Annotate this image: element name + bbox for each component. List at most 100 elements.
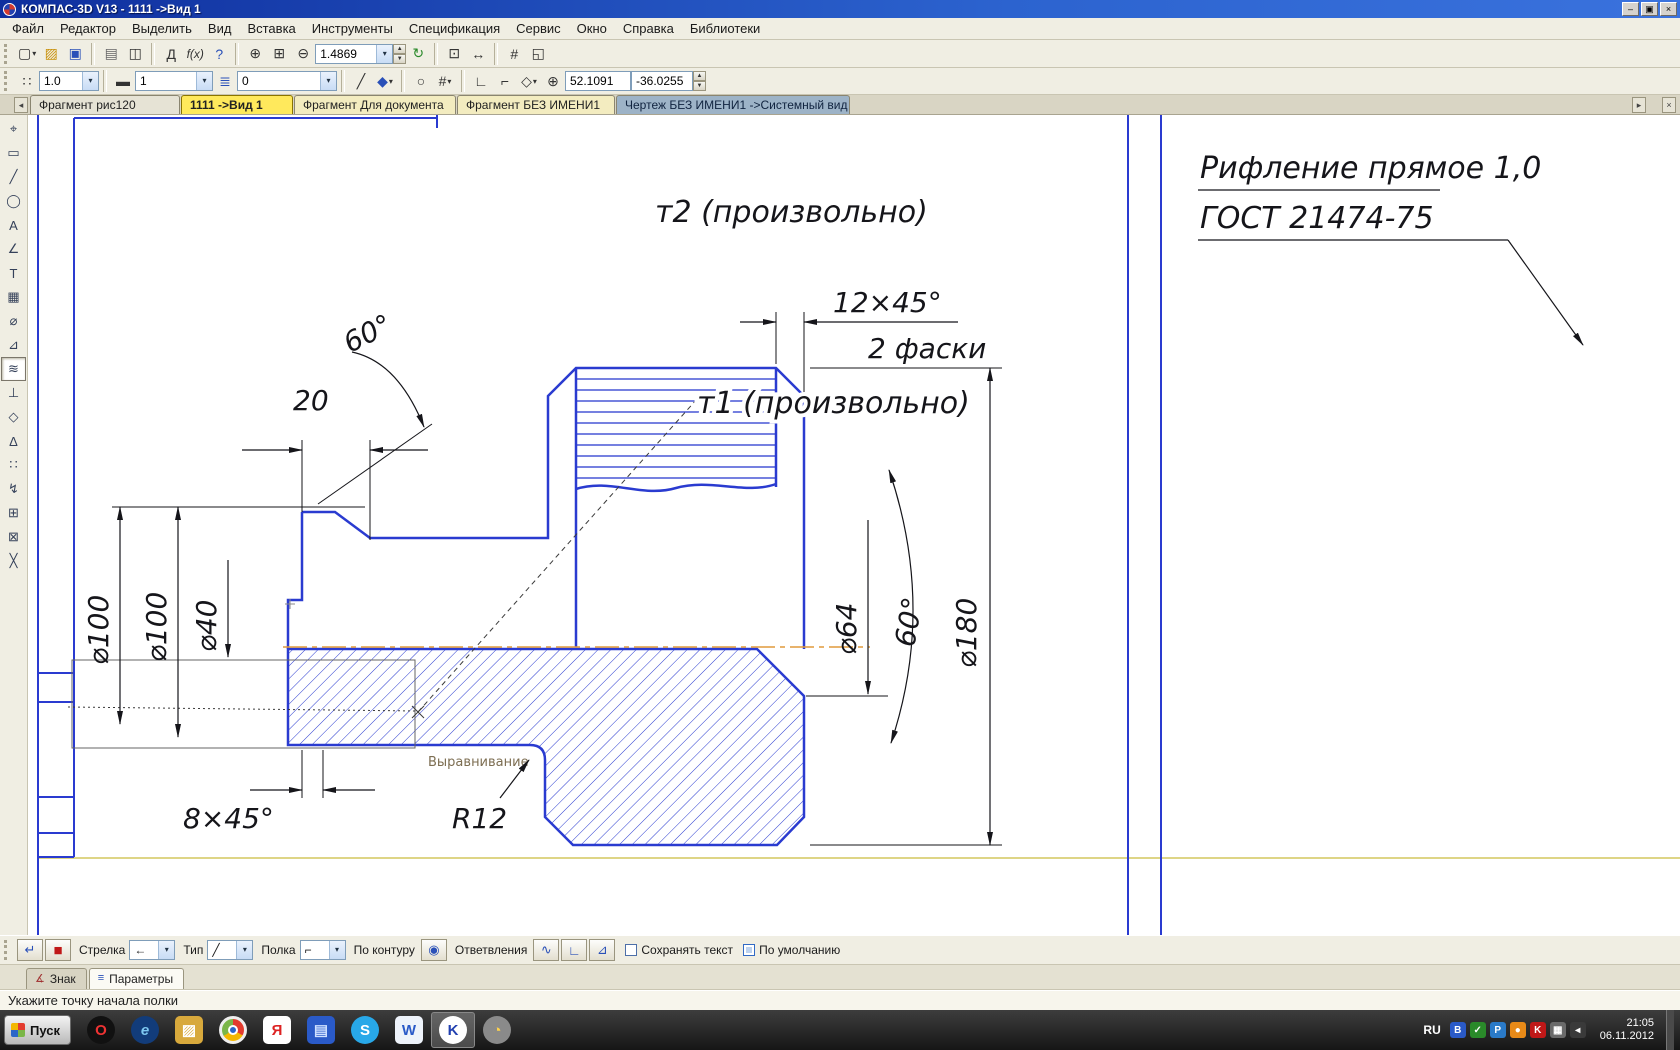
label-chamfer-left[interactable]: 8×45° [183,802,274,835]
taskbar-skype[interactable]: S [343,1012,387,1048]
line-width-combo[interactable]: 1.0 ▾ [39,71,99,91]
keep-text-checkbox[interactable] [625,944,638,956]
doc-tab-fragment-ris120[interactable]: Фрагмент рис120 [30,95,180,114]
doc-tab-1111-vid1-active[interactable]: 1111 ->Вид 1 [181,95,293,114]
tool-break[interactable]: ↯ [1,477,26,501]
fill-button[interactable]: ◆ ▾ [373,70,397,93]
zoom-scale-combo[interactable]: 1.4869 ▾ [315,43,394,64]
branch-mode3-button[interactable]: ⊿ [589,939,616,961]
arrow-style-combo[interactable]: ← ▾ [129,940,176,960]
drawing-canvas[interactable]: Выравнивание Рифление прямое 1,0 ГОСТ 21… [28,115,1680,935]
taskbar-opera[interactable]: O [79,1012,123,1048]
tool-cursor[interactable]: ⌖ [1,117,26,141]
menu-help[interactable]: Справка [615,19,682,38]
branch-mode2-button[interactable]: ∟ [561,939,588,961]
menu-insert[interactable]: Вставка [239,19,303,38]
tray-icon-check[interactable]: ✓ [1469,1022,1486,1038]
pencil-button[interactable]: ╱ [349,70,373,93]
tray-icon-orange[interactable]: ● [1509,1022,1526,1038]
context-help-button[interactable]: ? [207,42,231,65]
label-t1[interactable]: т1 (произвольно) [693,382,974,425]
taskbar-save-tool[interactable]: ▤ [299,1012,343,1048]
refresh-button[interactable]: ↻ [406,42,430,65]
coord-spinner[interactable]: ▲ ▼ [693,71,706,91]
tab-parametry[interactable]: ≡ Параметры [88,968,185,989]
new-document-button[interactable]: ▢ ▾ [15,42,39,65]
snap-button[interactable]: ◇ ▾ [517,70,541,93]
taskbar-paint[interactable]: ◔ [475,1012,519,1048]
tray-icon-k[interactable]: K [1529,1022,1546,1038]
step-combo[interactable]: 1 ▾ [135,71,213,91]
tool-table[interactable]: ▦ [1,285,26,309]
doc-tab-fragment-dlya-dokumenta[interactable]: Фрагмент Для документа [294,95,456,114]
zoom-area-button[interactable]: ⊞ [267,42,291,65]
open-button[interactable]: ▨ [39,42,63,65]
chevron-down-icon[interactable]: ▾ [236,941,253,959]
tab-scroll-left[interactable]: ◂ [14,97,28,113]
taskbar-yandex[interactable]: Я [255,1012,299,1048]
tool-frame[interactable]: ▭ [1,141,26,165]
taskbar-word[interactable]: W [387,1012,431,1048]
note-line2[interactable]: ГОСТ 21474-75 [1200,201,1434,236]
label-r12[interactable]: R12 [452,802,507,835]
restore-button[interactable]: ▣ [1641,2,1658,16]
taskbar-files[interactable]: ▨ [167,1012,211,1048]
by-default-checkbox[interactable] [743,944,756,956]
tray-icon-b[interactable]: B [1449,1022,1466,1038]
chevron-down-icon[interactable]: ▾ [196,72,212,90]
language-indicator[interactable]: RU [1418,1021,1445,1039]
tool-perpendicular[interactable]: ⊥ [1,381,26,405]
grid-mode-button[interactable]: # ▾ [433,70,457,93]
part-left-face[interactable] [286,512,304,649]
label-d40[interactable]: ⌀40 [190,600,223,653]
menu-tools[interactable]: Инструменты [304,19,401,38]
tool-grid-insert[interactable]: ⊞ [1,501,26,525]
tray-icon-volume[interactable]: ◂ [1569,1022,1586,1038]
tool-leader-active[interactable]: ≋ [1,357,26,381]
coord-x-field[interactable]: 52.1091 [565,71,631,91]
chevron-down-icon[interactable]: ▾ [376,44,393,63]
tray-icon-p[interactable]: P [1489,1022,1506,1038]
drawing-svg[interactable]: Выравнивание Рифление прямое 1,0 ГОСТ 21… [28,115,1680,935]
style-line-button[interactable]: ▬ [111,70,135,93]
layers-button[interactable]: ≣ [213,70,237,93]
clock[interactable]: 21:05 06.11.2012 [1590,1017,1662,1043]
tool-line[interactable]: ╱ [1,165,26,189]
label-t2[interactable]: т2 (произвольно) [655,195,928,230]
type-combo[interactable]: ╱ ▾ [207,940,254,960]
coord-y-field[interactable]: -36.0255 [631,71,693,91]
tab-close-button[interactable]: × [1662,97,1676,113]
branch-mode1-button[interactable]: ∿ [533,939,560,961]
tab-scroll-right[interactable]: ▸ [1632,97,1646,113]
toolbar-grip[interactable] [4,43,10,64]
by-contour-button[interactable]: ◉ [420,939,447,961]
label-d100b[interactable]: ⌀100 [140,592,173,662]
doc-style-button[interactable]: Д [159,42,183,65]
knurl-note[interactable]: Рифление прямое 1,0 ГОСТ 21474-75 [1198,151,1584,346]
menu-window[interactable]: Окно [569,19,615,38]
tool-points[interactable]: ∷ [1,453,26,477]
compass-button[interactable]: ○ [409,70,433,93]
window-layout-button[interactable]: ◱ [526,42,550,65]
layer-combo[interactable]: 0 ▾ [237,71,337,91]
menu-file[interactable]: Файл [4,19,52,38]
variables-button[interactable]: f(x) [183,42,207,65]
menu-select[interactable]: Выделить [124,19,200,38]
chevron-down-icon[interactable]: ▾ [158,941,175,959]
label-angle-right[interactable]: 60° [888,595,929,650]
menu-specification[interactable]: Спецификация [401,19,508,38]
zoom-spinner[interactable]: ▲ ▼ [393,43,407,64]
zoom-out-button[interactable]: ⊖ [291,42,315,65]
toolbar-grip[interactable] [4,71,10,91]
label-d180[interactable]: ⌀180 [950,598,983,668]
ortho-button[interactable]: ∟ [469,70,493,93]
label-chamfer-right[interactable]: 12×45° [833,286,942,319]
tool-snap-point[interactable]: ◇ [1,405,26,429]
propbar-grip[interactable] [4,940,10,960]
taskbar-chrome[interactable] [211,1012,255,1048]
tray-icon-display[interactable]: ▦ [1549,1022,1566,1038]
preview-button[interactable]: ◫ [123,42,147,65]
label-20[interactable]: 20 [293,384,329,417]
menu-service[interactable]: Сервис [508,19,569,38]
tool-delta[interactable]: Δ [1,429,26,453]
